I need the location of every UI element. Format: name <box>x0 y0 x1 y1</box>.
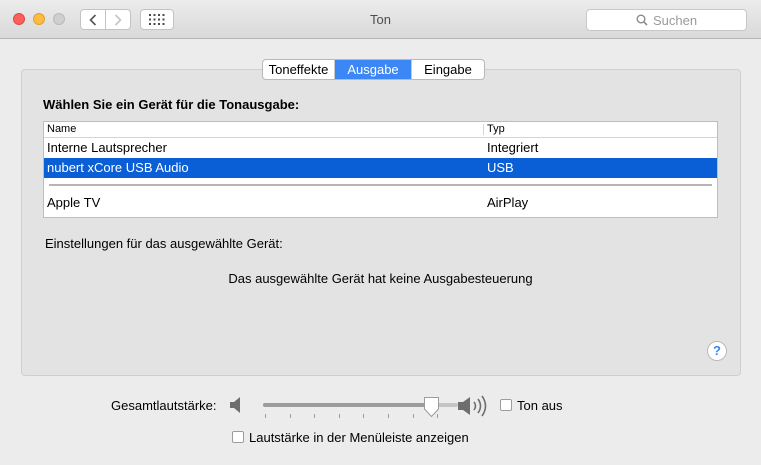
device-type: USB <box>487 160 514 175</box>
device-name: Interne Lautsprecher <box>47 140 167 155</box>
show-volume-in-menubar-label[interactable]: Lautstärke in der Menüleiste anzeigen <box>249 430 469 445</box>
output-heading: Wählen Sie ein Gerät für die Tonausgabe: <box>43 97 300 112</box>
tab-bar: Toneffekte Ausgabe Eingabe <box>262 59 485 80</box>
mute-checkbox[interactable] <box>500 399 512 411</box>
group-divider <box>49 184 712 187</box>
volume-slider-fill <box>263 403 432 407</box>
content-panel <box>21 69 741 376</box>
volume-tick <box>363 414 365 418</box>
mute-label[interactable]: Ton aus <box>517 398 563 413</box>
column-header-name[interactable]: Name <box>47 123 76 135</box>
table-row[interactable]: Interne Lautsprecher Integriert <box>44 138 717 158</box>
help-button[interactable]: ? <box>707 341 727 361</box>
tab-ausgabe[interactable]: Ausgabe <box>335 60 412 79</box>
volume-tick <box>265 414 266 418</box>
tab-eingabe[interactable]: Eingabe <box>412 60 484 79</box>
speaker-low-icon <box>230 397 240 413</box>
no-output-control-message: Das ausgewählte Gerät hat keine Ausgabes… <box>228 271 533 286</box>
volume-slider-thumb[interactable] <box>423 396 440 418</box>
settings-label: Einstellungen für das ausgewählte Gerät: <box>45 236 283 251</box>
speaker-high-icon <box>458 395 487 417</box>
volume-tick <box>388 414 389 418</box>
device-type: AirPlay <box>487 195 529 210</box>
table-header: Name Typ <box>44 122 717 138</box>
device-type: Integriert <box>487 140 539 155</box>
volume-tick <box>412 414 414 418</box>
device-name: nubert xCore USB Audio <box>47 160 189 175</box>
show-volume-in-menubar-checkbox[interactable] <box>232 431 244 443</box>
volume-tick <box>314 414 316 418</box>
device-name: Apple TV <box>47 195 101 210</box>
volume-tick <box>289 414 291 418</box>
table-row[interactable]: Apple TV AirPlay <box>44 193 717 213</box>
search-field[interactable]: Suchen <box>586 9 747 31</box>
tab-toneffekte[interactable]: Toneffekte <box>263 60 335 79</box>
title-bar: Ton Suchen <box>0 0 761 39</box>
volume-tick <box>338 414 340 418</box>
table-row-selected[interactable]: nubert xCore USB Audio USB <box>44 158 717 178</box>
device-table: Name Typ Interne Lautsprecher Integriert… <box>43 121 718 218</box>
column-header-type[interactable]: Typ <box>487 123 505 135</box>
volume-label: Gesamtlautstärke: <box>111 398 217 413</box>
column-separator <box>483 124 484 135</box>
search-placeholder: Suchen <box>652 12 698 28</box>
help-icon: ? <box>713 343 721 358</box>
search-icon <box>636 14 648 26</box>
